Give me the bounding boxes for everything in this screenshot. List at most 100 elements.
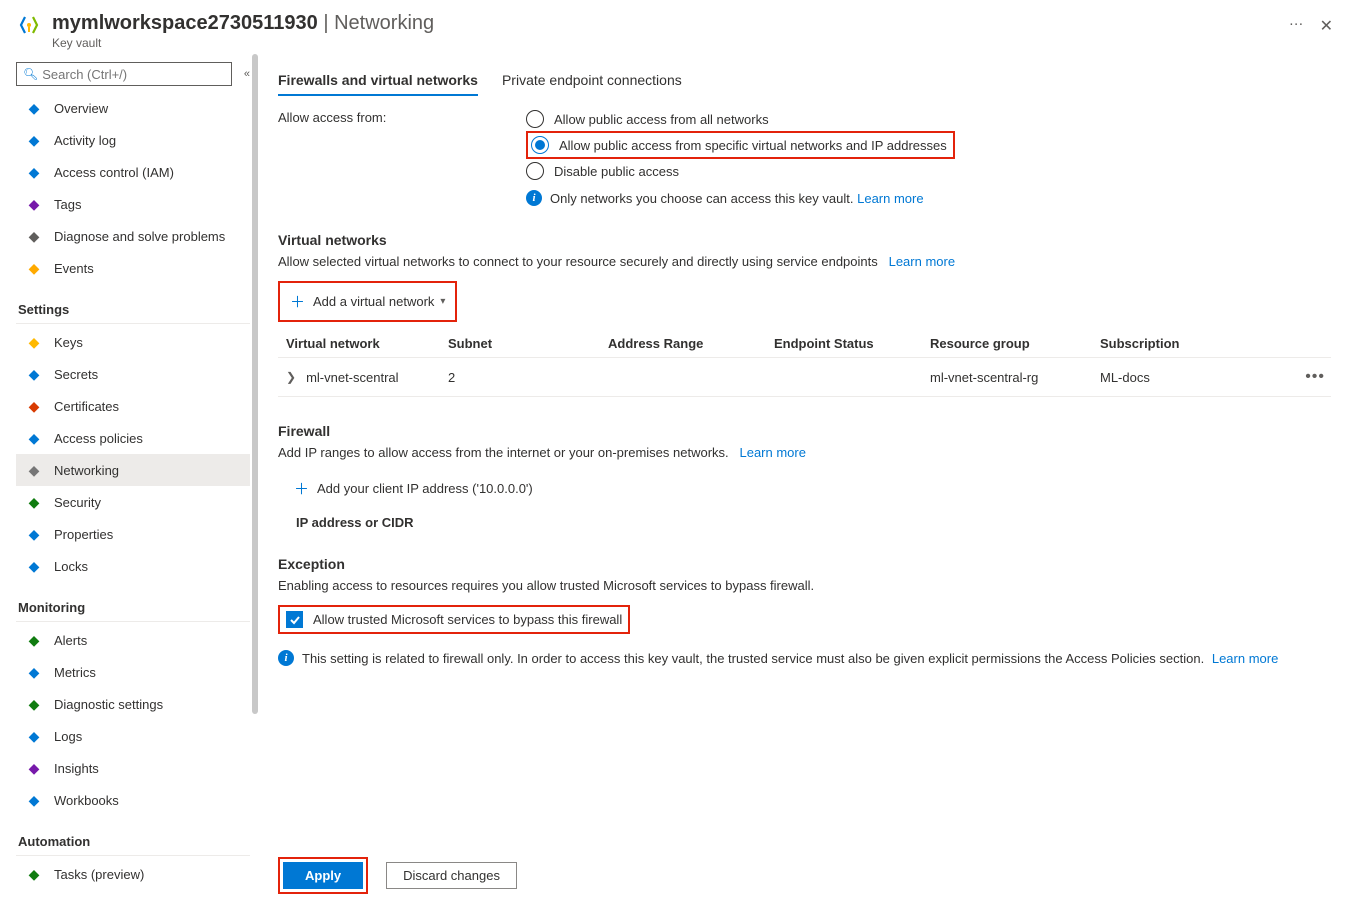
wrench-icon: ◆ [26, 228, 42, 244]
sidebar-section-settings: Settings [16, 292, 250, 324]
sidebar-item-diagnose-and-solve-problems[interactable]: ◆ Diagnose and solve problems [16, 220, 250, 252]
props-icon: ◆ [26, 526, 42, 542]
sidebar-item-label: Metrics [54, 665, 96, 680]
sidebar-item-tags[interactable]: ◆Tags [16, 188, 250, 220]
iam-icon: ◆ [26, 164, 42, 180]
sidebar-item-access-control-iam-[interactable]: ◆Access control (IAM) [16, 156, 250, 188]
sidebar-item-label: Diagnostic settings [54, 697, 163, 712]
firewall-desc: Add IP ranges to allow access from the i… [278, 445, 729, 460]
sidebar-item-activity-log[interactable]: ◆ Activity log [16, 124, 250, 156]
radio-all-networks[interactable] [526, 110, 544, 128]
sidebar-item-networking[interactable]: ◆ Networking [16, 454, 250, 486]
sidebar-item-workbooks[interactable]: ◆ Workbooks [16, 784, 250, 816]
sidebar: 🔍︎ « ◆Overview◆Activity log◆Access contr… [0, 54, 250, 912]
sidebar-item-overview[interactable]: ◆Overview [16, 92, 250, 124]
vnet-table: Virtual network Subnet Address Range End… [278, 330, 1331, 397]
sidebar-item-label: Tasks (preview) [54, 867, 144, 882]
exception-learn-more-link[interactable]: Learn more [1212, 651, 1278, 666]
cell-subnet: 2 [448, 370, 608, 385]
sidebar-item-events[interactable]: ◆Events [16, 252, 250, 284]
page-title: mymlworkspace2730511930 | Networking [52, 12, 1277, 35]
workbooks-icon: ◆ [26, 792, 42, 808]
discard-button[interactable]: Discard changes [386, 862, 517, 889]
apply-button[interactable]: Apply [283, 862, 363, 889]
tab-bar: Firewalls and virtual networks Private e… [278, 66, 1331, 96]
cert-icon: ◆ [26, 398, 42, 414]
tags-icon: ◆ [26, 196, 42, 212]
sidebar-item-metrics[interactable]: ◆ Metrics [16, 656, 250, 688]
vnet-desc: Allow selected virtual networks to conne… [278, 254, 878, 269]
exception-desc: Enabling access to resources requires yo… [278, 578, 1331, 593]
col-resource-group: Resource group [930, 336, 1100, 351]
vnet-learn-more-link[interactable]: Learn more [889, 254, 955, 269]
sidebar-item-label: Properties [54, 527, 113, 542]
sidebar-item-properties[interactable]: ◆ Properties [16, 518, 250, 550]
sidebar-item-security[interactable]: ◆Security [16, 486, 250, 518]
log-icon: ◆ [26, 132, 42, 148]
footer-actions: Apply Discard changes [278, 857, 517, 894]
radio-disable-public[interactable] [526, 162, 544, 180]
alert-icon: ◆ [26, 632, 42, 648]
sidebar-item-label: Diagnose and solve problems [54, 229, 225, 244]
sidebar-item-diagnostic-settings[interactable]: ◆Diagnostic settings [16, 688, 250, 720]
add-virtual-network-button[interactable]: ＋ Add a virtual network ▾ [284, 285, 451, 318]
plus-icon: ＋ [294, 478, 309, 499]
blade-header: mymlworkspace2730511930 | Networking Key… [0, 0, 1355, 54]
cell-rg: ml-vnet-scentral-rg [930, 370, 1100, 385]
radio-specific-networks[interactable] [531, 136, 549, 154]
sidebar-item-secrets[interactable]: ◆Secrets [16, 358, 250, 390]
sidebar-item-tasks-preview-[interactable]: ◆Tasks (preview) [16, 858, 250, 890]
sidebar-item-label: Insights [54, 761, 99, 776]
info-icon: i [526, 190, 542, 206]
trusted-services-label: Allow trusted Microsoft services to bypa… [313, 612, 622, 627]
close-button[interactable]: ✕ [1316, 12, 1337, 40]
access-learn-more-link[interactable]: Learn more [857, 191, 923, 206]
content-pane: Firewalls and virtual networks Private e… [260, 54, 1355, 912]
events-icon: ◆ [26, 260, 42, 276]
shield-icon: ◆ [26, 494, 42, 510]
tab-firewalls[interactable]: Firewalls and virtual networks [278, 66, 478, 96]
sidebar-item-locks[interactable]: ◆Locks [16, 550, 250, 582]
sidebar-item-access-policies[interactable]: ◆Access policies [16, 422, 250, 454]
sidebar-item-label: Access policies [54, 431, 143, 446]
row-actions-button[interactable]: ••• [1220, 368, 1331, 386]
search-icon: 🔍︎ [23, 67, 38, 81]
sidebar-item-label: Certificates [54, 399, 119, 414]
sidebar-item-label: Keys [54, 335, 83, 350]
col-subscription: Subscription [1100, 336, 1220, 351]
sidebar-item-alerts[interactable]: ◆ Alerts [16, 624, 250, 656]
radio-disable-public-label: Disable public access [554, 164, 679, 179]
keyvault-icon [18, 14, 40, 39]
sidebar-item-label: Activity log [54, 133, 116, 148]
allow-access-label: Allow access from: [278, 106, 522, 125]
add-client-ip-button[interactable]: ＋ Add your client IP address ('10.0.0.0'… [288, 472, 539, 505]
more-button[interactable]: … [1277, 12, 1316, 29]
key-icon: ◆ [26, 334, 42, 350]
secret-icon: ◆ [26, 366, 42, 382]
sidebar-item-label: Logs [54, 729, 82, 744]
search-input-container[interactable]: 🔍︎ [16, 62, 232, 86]
content-scrollbar[interactable] [250, 54, 260, 912]
col-subnet: Subnet [448, 336, 608, 351]
sidebar-item-keys[interactable]: ◆ Keys [16, 326, 250, 358]
expand-row-icon[interactable]: ❯ [286, 370, 296, 384]
insights-icon: ◆ [26, 760, 42, 776]
net-icon: ◆ [26, 462, 42, 478]
sidebar-item-label: Alerts [54, 633, 87, 648]
access-info-text: Only networks you choose can access this… [550, 191, 853, 206]
tab-private-endpoints[interactable]: Private endpoint connections [502, 66, 682, 96]
sidebar-item-label: Workbooks [54, 793, 119, 808]
sidebar-item-label: Overview [54, 101, 108, 116]
trusted-services-checkbox[interactable] [286, 611, 303, 628]
sidebar-item-certificates[interactable]: ◆ Certificates [16, 390, 250, 422]
search-input[interactable] [42, 67, 225, 82]
firewall-learn-more-link[interactable]: Learn more [739, 445, 805, 460]
sidebar-item-insights[interactable]: ◆ Insights [16, 752, 250, 784]
sidebar-item-logs[interactable]: ◆Logs [16, 720, 250, 752]
vnet-heading: Virtual networks [278, 232, 1331, 248]
sidebar-item-label: Networking [54, 463, 119, 478]
sidebar-item-label: Locks [54, 559, 88, 574]
col-address-range: Address Range [608, 336, 774, 351]
metrics-icon: ◆ [26, 664, 42, 680]
firewall-heading: Firewall [278, 423, 1331, 439]
